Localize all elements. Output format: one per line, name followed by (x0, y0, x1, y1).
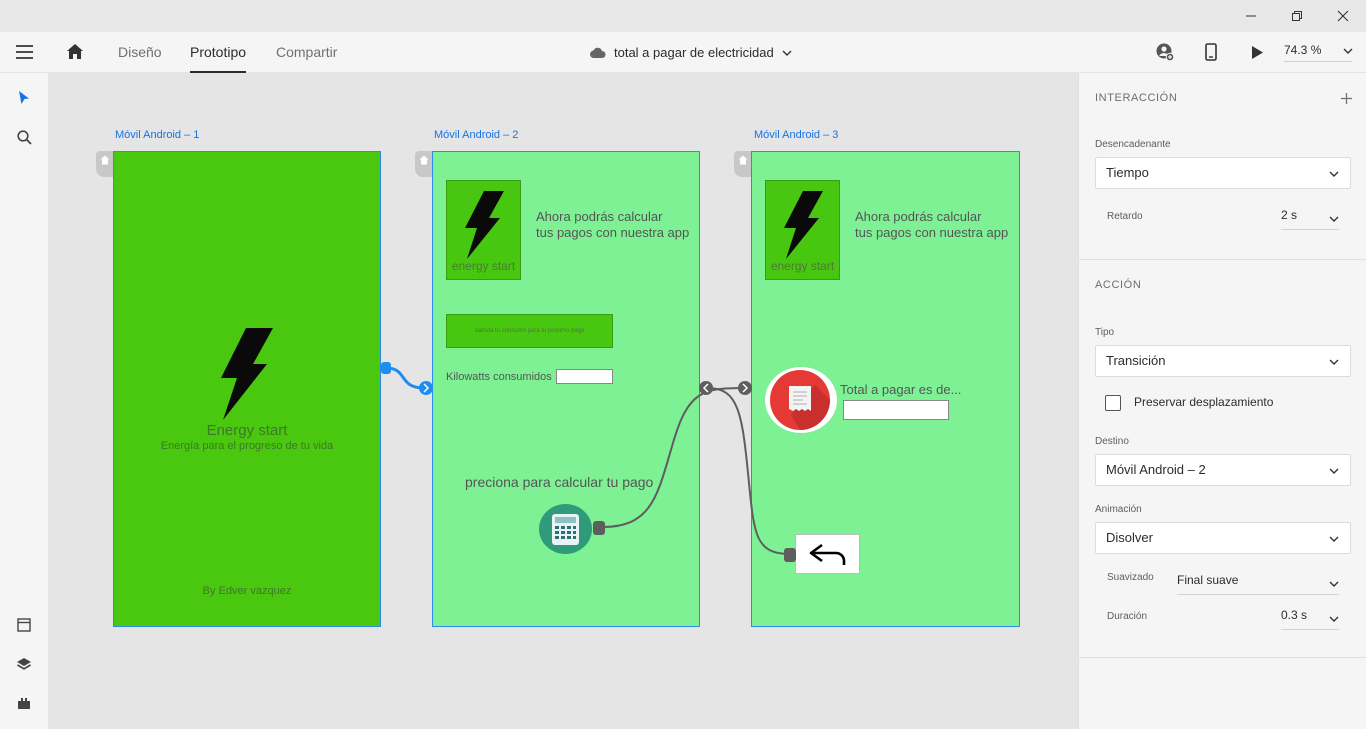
wire-start-handle (784, 548, 796, 562)
top-toolbar: Diseño Prototipo Compartir total a pagar… (0, 32, 1366, 73)
select-tool-icon (19, 91, 29, 104)
select-tool-button[interactable] (18, 90, 30, 111)
duration-label: Duración (1107, 611, 1148, 622)
restore-button[interactable] (1274, 0, 1320, 32)
plugins-icon (18, 698, 30, 709)
chevron-down-icon (1329, 616, 1339, 622)
hamburger-menu-icon (16, 45, 33, 59)
layers-button[interactable] (16, 657, 32, 677)
section-divider (1079, 259, 1366, 260)
plus-icon (1341, 93, 1352, 104)
chevron-down-icon (1329, 359, 1339, 365)
chevron-down-icon (1343, 48, 1353, 54)
close-icon (1337, 10, 1349, 22)
add-interaction-button[interactable] (1341, 91, 1352, 109)
tab-compartir[interactable]: Compartir (276, 32, 337, 73)
easing-dropdown[interactable]: Final suave (1177, 573, 1339, 595)
animation-dropdown[interactable]: Disolver (1095, 522, 1351, 554)
duration-dropdown[interactable]: 0.3 s (1281, 608, 1339, 630)
chevron-down-icon (1329, 171, 1339, 177)
device-preview-button[interactable] (1205, 43, 1217, 66)
trigger-value: Tiempo (1106, 165, 1149, 180)
wire-calculator-to-result (602, 387, 745, 528)
chevron-down-icon (1329, 468, 1339, 474)
search-tool-button[interactable] (17, 130, 32, 150)
wire-time-trigger (385, 366, 425, 390)
layers-icon (17, 658, 31, 670)
wire-target-handle (699, 381, 713, 395)
easing-value: Final suave (1177, 573, 1239, 587)
destination-label: Destino (1095, 436, 1129, 447)
artboards-icon (17, 618, 31, 632)
wire-target-handle (419, 381, 433, 395)
home-icon (67, 44, 83, 59)
duration-value: 0.3 s (1281, 608, 1308, 622)
chevron-down-icon (782, 50, 792, 56)
prototype-wires (381, 362, 796, 562)
tool-rail (0, 73, 48, 729)
search-icon (17, 130, 32, 145)
chevron-down-icon (1329, 536, 1339, 542)
tab-diseno[interactable]: Diseño (118, 32, 162, 73)
play-icon (1252, 46, 1263, 59)
trigger-dropdown[interactable]: Tiempo (1095, 157, 1351, 189)
delay-label: Retardo (1107, 211, 1143, 222)
chevron-down-icon (1329, 216, 1339, 222)
zoom-dropdown[interactable]: 74.3 % (1284, 32, 1354, 73)
user-add-icon (1156, 43, 1175, 62)
easing-label: Suavizado (1107, 572, 1154, 583)
app-window: Diseño Prototipo Compartir total a pagar… (0, 0, 1366, 729)
preserve-scroll-label[interactable]: Preservar desplazamiento (1134, 395, 1273, 409)
delay-value: 2 s (1281, 208, 1298, 222)
zoom-underline (1284, 61, 1352, 62)
type-label: Tipo (1095, 327, 1115, 338)
minimize-icon (1246, 15, 1256, 17)
wire-target-handle (738, 381, 752, 395)
wire-start-handle (593, 521, 605, 535)
destination-value: Móvil Android – 2 (1106, 462, 1206, 477)
share-user-button[interactable] (1156, 43, 1175, 66)
cloud-icon (590, 47, 606, 58)
close-button[interactable] (1320, 0, 1366, 32)
animation-value: Disolver (1106, 530, 1153, 545)
minimize-button[interactable] (1228, 0, 1274, 32)
artboards-button[interactable] (17, 618, 31, 637)
preserve-scroll-checkbox[interactable] (1105, 395, 1121, 411)
menu-button[interactable] (16, 45, 34, 64)
zoom-value: 74.3 % (1284, 43, 1322, 57)
restore-icon (1292, 11, 1302, 21)
wire-start-handle (381, 362, 391, 374)
action-section-title: ACCIÓN (1095, 279, 1142, 291)
title-bar (0, 0, 1366, 32)
mobile-device-icon (1205, 43, 1217, 61)
plugins-button[interactable] (17, 697, 31, 715)
trigger-label: Desencadenante (1095, 139, 1171, 150)
type-value: Transición (1106, 353, 1166, 368)
destination-dropdown[interactable]: Móvil Android – 2 (1095, 454, 1351, 486)
delay-dropdown[interactable]: 2 s (1281, 208, 1339, 230)
play-preview-button[interactable] (1251, 45, 1264, 65)
type-dropdown[interactable]: Transición (1095, 345, 1351, 377)
home-button[interactable] (66, 43, 84, 65)
tab-prototipo[interactable]: Prototipo (190, 32, 247, 73)
design-canvas[interactable]: Móvil Android – 1 Móvil Android – 2 Móvi… (48, 73, 1078, 729)
wire-back-to-input (707, 387, 791, 555)
properties-panel: INTERACCIÓN Desencadenante Tiempo Retard… (1078, 73, 1366, 729)
interaction-section-title: INTERACCIÓN (1095, 92, 1178, 104)
document-title: total a pagar de electricidad (614, 45, 774, 60)
animation-label: Animación (1095, 504, 1142, 515)
chevron-down-icon (1329, 581, 1339, 587)
section-divider (1079, 657, 1366, 658)
document-title-dropdown[interactable]: total a pagar de electricidad (588, 32, 792, 73)
